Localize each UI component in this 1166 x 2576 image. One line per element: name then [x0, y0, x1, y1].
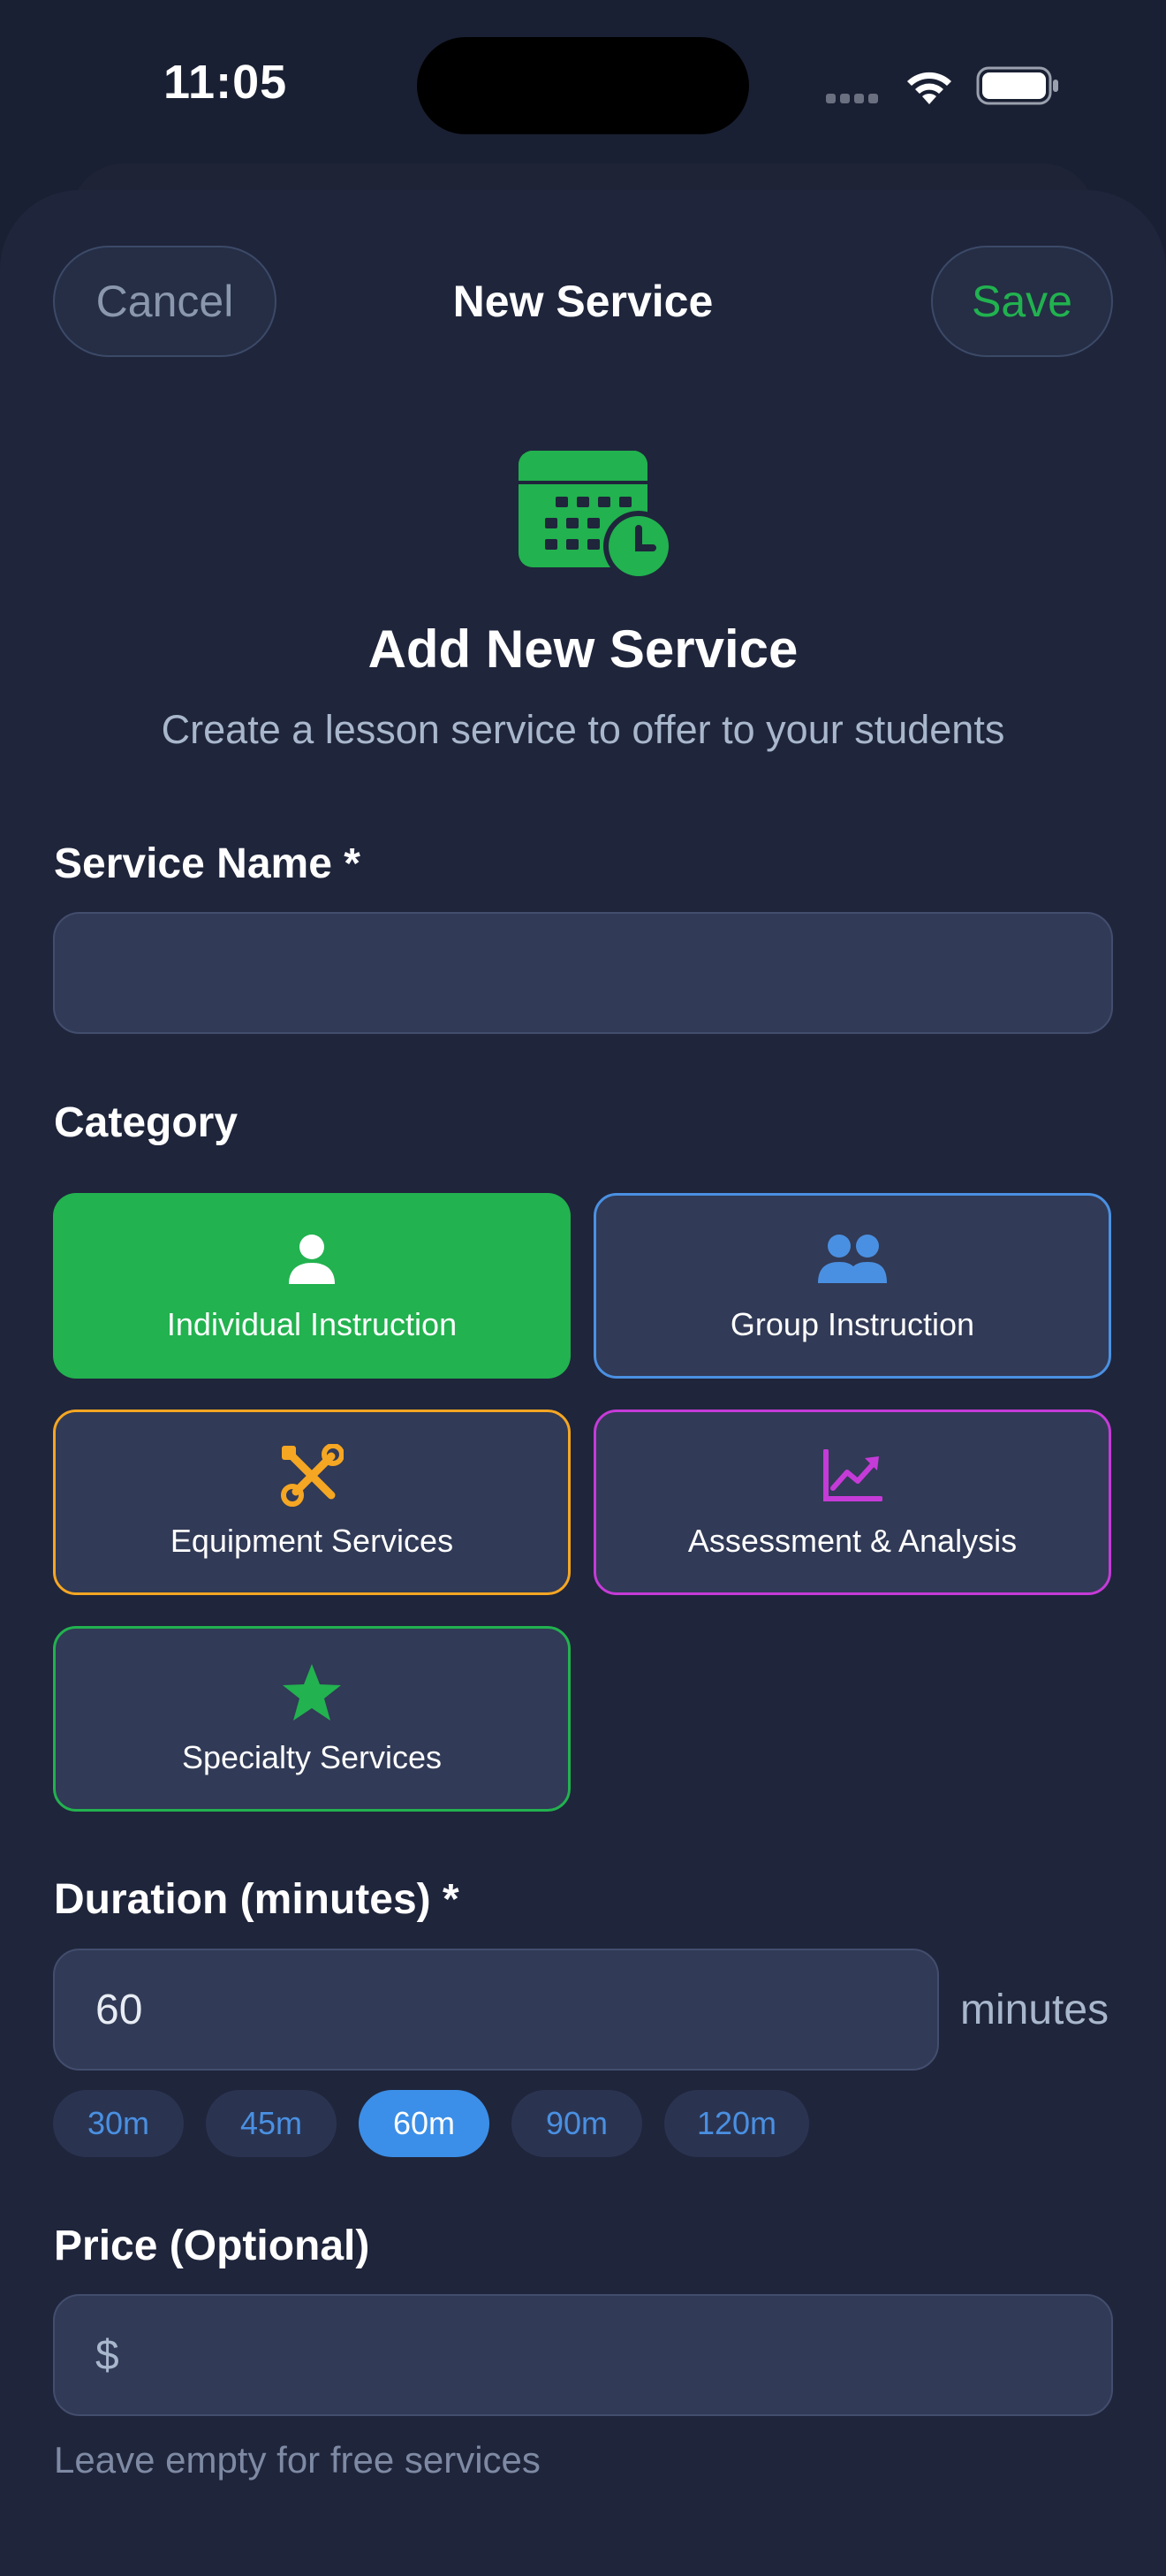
- category-assessment-analysis[interactable]: Assessment & Analysis: [594, 1410, 1111, 1595]
- duration-value: 60: [95, 1987, 143, 2033]
- category-equipment-services[interactable]: Equipment Services: [53, 1410, 571, 1595]
- calendar-clock-icon: [519, 451, 674, 580]
- category-label-text: Specialty Services: [181, 1739, 443, 1775]
- hero-title: Add New Service: [367, 619, 799, 679]
- currency-symbol: $: [95, 2332, 119, 2379]
- duration-unit: minutes: [960, 1987, 1109, 2033]
- category-label-text: Group Instruction: [730, 1306, 975, 1342]
- duration-label: Duration (minutes) *: [54, 1876, 459, 1923]
- category-label-text: Assessment & Analysis: [687, 1523, 1018, 1559]
- category-label-text: Equipment Services: [170, 1523, 454, 1559]
- category-label-text: Individual Instruction: [166, 1306, 458, 1342]
- save-button[interactable]: Save: [931, 246, 1113, 357]
- duration-chip-120m[interactable]: 120m: [664, 2090, 809, 2157]
- people-icon: [818, 1235, 887, 1283]
- wrench-screwdriver-icon: [281, 1444, 344, 1507]
- price-input[interactable]: $: [53, 2294, 1113, 2416]
- service-name-input[interactable]: [53, 912, 1113, 1034]
- category-specialty-services[interactable]: Specialty Services: [53, 1626, 571, 1812]
- hero-subtitle: Create a lesson service to offer to your…: [161, 707, 1005, 752]
- dynamic-island: [417, 37, 749, 134]
- category-individual-instruction[interactable]: Individual Instruction: [53, 1193, 571, 1379]
- duration-chip-60m[interactable]: 60m: [359, 2090, 489, 2157]
- duration-chip-45m[interactable]: 45m: [206, 2090, 337, 2157]
- service-name-label: Service Name *: [54, 840, 360, 887]
- duration-chip-30m[interactable]: 30m: [53, 2090, 184, 2157]
- category-group-instruction[interactable]: Group Instruction: [594, 1193, 1111, 1379]
- duration-chip-90m[interactable]: 90m: [511, 2090, 642, 2157]
- category-label: Category: [54, 1099, 238, 1146]
- chart-line-icon: [823, 1449, 882, 1501]
- status-time: 11:05: [163, 56, 288, 109]
- person-icon: [289, 1235, 335, 1284]
- cellular-signal-icon: [826, 92, 886, 104]
- battery-icon: [976, 66, 1058, 105]
- star-icon: [283, 1664, 341, 1721]
- wifi-icon: [907, 72, 951, 104]
- price-label: Price (Optional): [54, 2223, 370, 2269]
- duration-input[interactable]: 60: [53, 1949, 939, 2071]
- price-hint: Leave empty for free services: [54, 2439, 541, 2481]
- status-bar: 11:05: [0, 0, 1166, 168]
